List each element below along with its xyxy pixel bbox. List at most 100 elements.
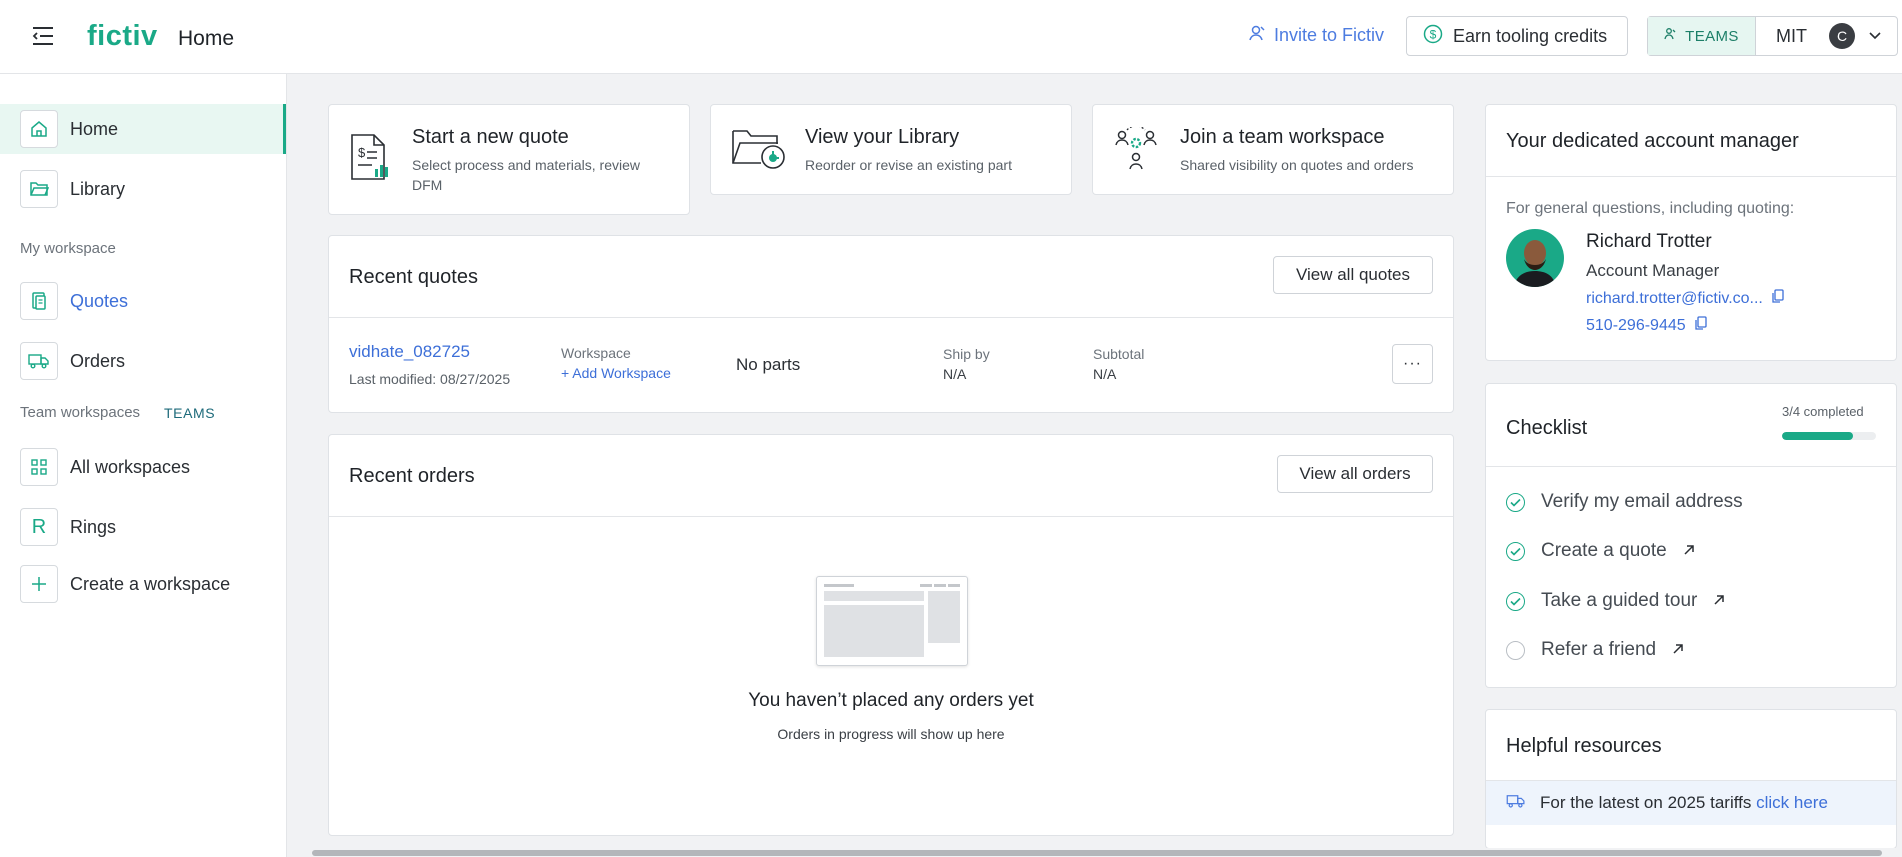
sidebar-item-create-workspace[interactable]: Create a workspace [0,559,286,609]
sidebar-item-library[interactable]: Library [0,164,286,214]
view-library-card[interactable]: View your Library Reorder or revise an e… [710,104,1072,195]
folder-icon [20,170,58,208]
check-circle-icon [1506,591,1525,611]
view-all-orders-button[interactable]: View all orders [1277,455,1433,493]
panel-divider [329,516,1453,517]
helpful-resources-panel: Helpful resources For the latest on 2025… [1485,709,1897,849]
checklist-item-label: Create a quote [1541,540,1667,561]
chevron-down-icon[interactable] [1869,27,1881,45]
workspace-initial-icon: R [20,508,58,546]
dollar-coin-icon: $ [1423,24,1443,49]
account-manager-avatar [1506,229,1564,287]
empty-orders-subtitle: Orders in progress will show up here [777,726,1005,742]
account-manager-phone-link[interactable]: 510-296-9445 [1586,317,1686,335]
checklist-item-label: Verify my email address [1541,491,1743,512]
grid-icon [20,448,58,486]
card-subtitle: Reorder or revise an existing part [805,157,1012,173]
account-manager-title: Your dedicated account manager [1506,130,1799,152]
invite-link[interactable]: Invite to Fictiv [1248,24,1384,47]
panel-divider [1486,466,1896,467]
quotes-icon [20,282,58,320]
sidebar-item-all-workspaces[interactable]: All workspaces [0,442,286,492]
truck-icon [1506,794,1526,813]
recent-orders-panel: Recent orders View all orders You haven’… [328,434,1454,836]
copy-icon[interactable] [1694,316,1707,336]
tariff-label: For the latest on 2025 tariffs [1540,793,1752,812]
subtotal-label: Subtotal [1093,346,1145,362]
account-manager-intro: For general questions, including quoting… [1506,200,1795,217]
panel-divider [329,317,1453,318]
helpful-resources-title: Helpful resources [1506,735,1662,757]
join-team-card[interactable]: Join a team workspace Shared visibility … [1092,104,1454,195]
earn-label: Earn tooling credits [1453,25,1608,46]
teams-tag: TEAMS [164,405,216,421]
panel-divider [1486,176,1896,177]
user-avatar[interactable]: C [1829,23,1855,49]
card-title: View your Library [805,126,960,148]
teams-label: TEAMS [1685,27,1739,45]
check-circle-icon [1506,541,1525,561]
checklist-panel: Checklist 3/4 completed Verify my email … [1485,383,1897,688]
card-subtitle: Shared visibility on quotes and orders [1180,157,1414,173]
phone-row: 510-296-9445 [1586,316,1707,336]
earn-tooling-credits-button[interactable]: $ Earn tooling credits [1406,16,1628,56]
fictiv-logo[interactable]: fictiv [87,20,158,53]
account-manager-email-link[interactable]: richard.trotter@fictiv.co... [1586,290,1763,308]
account-manager-panel: Your dedicated account manager For gener… [1485,104,1897,361]
team-switcher[interactable]: TEAMS MIT C [1647,16,1898,56]
sidebar-item-rings[interactable]: R Rings [0,502,286,552]
scrollbar-thumb[interactable] [312,850,1882,856]
external-arrow-icon [1713,590,1725,612]
checklist-item[interactable]: Refer a friend [1506,639,1684,661]
teams-icon [1664,27,1678,45]
account-manager-name: Richard Trotter [1586,231,1712,252]
tariff-text: For the latest on 2025 tariffs click her… [1540,793,1828,813]
quote-more-button[interactable]: ··· [1392,344,1433,384]
checklist-item-label: Take a guided tour [1541,590,1698,611]
sidebar-item-quotes[interactable]: Quotes [0,276,286,326]
checklist-item[interactable]: Take a guided tour [1506,590,1725,612]
checklist-item-label: Refer a friend [1541,639,1657,660]
sidebar-item-label: Quotes [70,290,129,311]
my-workspace-heading: My workspace [20,240,116,257]
plus-icon [20,565,58,603]
ship-by-label: Ship by [943,346,990,362]
add-workspace-link[interactable]: + Add Workspace [561,365,671,381]
external-arrow-icon [1672,639,1684,661]
sidebar: Home Library My workspace Quotes Orders … [0,74,287,857]
menu-collapse-icon[interactable] [32,26,54,46]
checklist-progress-bar [1782,432,1876,440]
check-circle-icon [1506,492,1525,512]
parts-count: No parts [736,355,801,374]
quote-name-link[interactable]: vidhate_082725 [349,342,470,362]
top-header: fictiv Home Invite to Fictiv $ Earn tool… [0,0,1902,74]
ship-by-value: N/A [943,366,967,382]
svg-text:$: $ [1430,27,1437,41]
horizontal-scrollbar[interactable] [288,848,1902,857]
checklist-title: Checklist [1506,417,1588,439]
recent-orders-title: Recent orders [349,465,475,487]
sidebar-item-home[interactable]: Home [0,104,286,154]
view-all-quotes-button[interactable]: View all quotes [1273,256,1433,294]
copy-icon[interactable] [1771,289,1784,309]
tariff-resource-row: For the latest on 2025 tariffs click her… [1486,781,1896,825]
sidebar-item-orders[interactable]: Orders [0,336,286,386]
start-quote-card[interactable]: $ Start a new quote Select process and m… [328,104,690,215]
card-title: Join a team workspace [1180,126,1385,148]
team-workspaces-heading: Team workspaces [20,404,141,421]
teams-badge: TEAMS [1648,17,1756,55]
checklist-item[interactable]: Create a quote [1506,540,1695,562]
tariff-link[interactable]: click here [1756,793,1828,812]
team-name: MIT [1776,25,1807,46]
sidebar-item-label: Rings [70,516,117,537]
checklist-progress-fill [1782,432,1853,440]
sidebar-item-label: Create a workspace [70,573,231,594]
checklist-item[interactable]: Verify my email address [1506,491,1743,513]
sidebar-item-label: Library [70,178,126,199]
card-title: Start a new quote [412,126,569,148]
empty-orders-title: You haven’t placed any orders yet [748,690,1034,711]
card-subtitle: Select process and materials, review DFM [412,157,640,193]
svg-text:$: $ [358,145,366,160]
external-arrow-icon [1683,540,1695,562]
sidebar-item-label: Orders [70,350,126,371]
